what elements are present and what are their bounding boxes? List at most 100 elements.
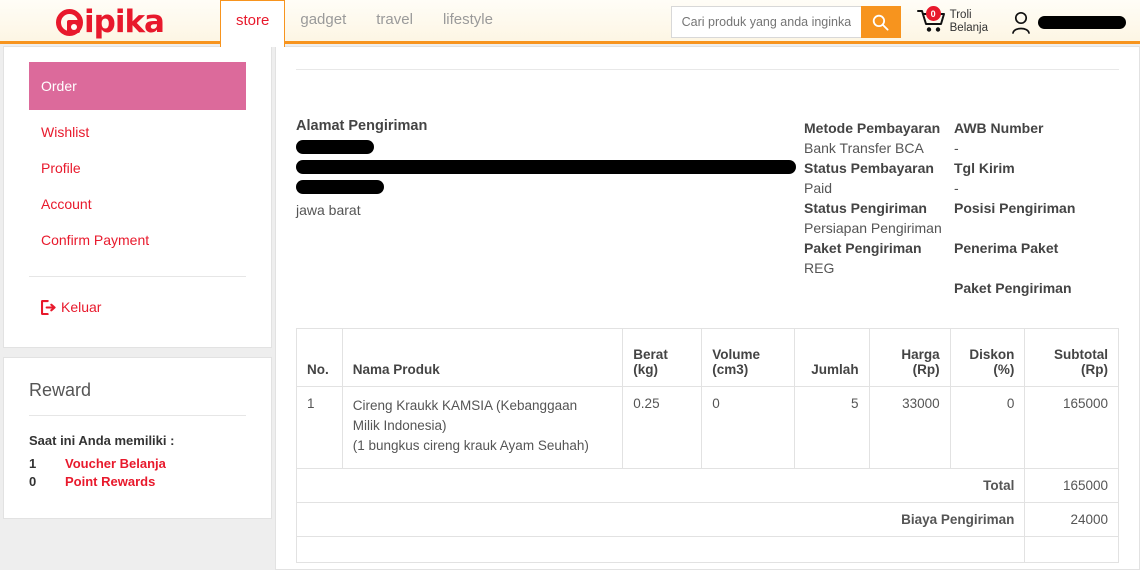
col-header-diskon-l1: Diskon (969, 347, 1015, 362)
reward-voucher-count: 1 (29, 456, 37, 471)
meta-val-tgl-kirim: - (954, 180, 959, 196)
summary-row-partial (295, 536, 1119, 563)
sidebar-menu-panel: Order Wishlist Profile Account Confirm P… (3, 46, 272, 348)
summary-value-partial (1024, 536, 1119, 563)
order-info-row: Alamat Pengiriman jawa barat Metode Pemb… (296, 118, 1119, 298)
nav-tab-gadget-label: gadget (300, 11, 347, 28)
sidebar-item-wishlist-label: Wishlist (41, 124, 90, 140)
search-icon (872, 14, 889, 31)
nav-tab-gadget[interactable]: gadget (285, 0, 361, 38)
meta-val-status-pembayaran: Paid (804, 180, 833, 196)
product-name-line3: (1 bungkus cireng krauk Ayam Seuhah) (352, 438, 589, 453)
reward-points-label[interactable]: Point Rewards (65, 474, 155, 489)
col-header-subtotal-l1: Subtotal (1054, 347, 1108, 362)
col-header-subtotal: Subtotal (Rp) (1024, 328, 1119, 387)
address-city-redacted (296, 180, 384, 194)
col-header-berat-l2: (kg) (633, 362, 659, 377)
username-redacted (1038, 15, 1126, 29)
logout-icon (41, 299, 56, 315)
cart-icon-wrap: 0 (916, 6, 949, 36)
meta-val-metode-pembayaran: Bank Transfer BCA (804, 140, 924, 156)
nav-tab-travel[interactable]: travel (361, 0, 428, 38)
search-button[interactable] (860, 6, 901, 38)
reward-row-points: 0 Point Rewards (29, 474, 246, 489)
summary-value-total: 165000 (1024, 468, 1119, 503)
header-actions: 0 Troli Belanja (670, 0, 1140, 44)
product-name-line2: Milik Indonesia) (352, 418, 447, 433)
shipping-address-title: Alamat Pengiriman (296, 118, 428, 134)
nav-tab-lifestyle[interactable]: lifestyle (428, 0, 508, 38)
meta-key-paket-pengiriman: Paket Pengiriman (804, 240, 922, 256)
summary-row-shipping: Biaya Pengiriman 24000 (295, 502, 1119, 537)
summary-label-total: Total (295, 468, 1026, 503)
logo-g-icon (56, 8, 83, 36)
summary-label-shipping: Biaya Pengiriman (295, 502, 1026, 537)
table-header-row: No. Nama Produk Berat (kg) Volume (cm3) … (296, 328, 1119, 387)
sidebar-divider (29, 276, 246, 277)
sidebar-item-account-label: Account (41, 196, 92, 212)
col-header-berat-l1: Berat (633, 347, 668, 362)
col-header-harga-l1: Harga (901, 347, 940, 362)
meta-val-status-pengiriman: Persiapan Pengiriman (804, 220, 942, 236)
cell-berat: 0.25 (622, 386, 703, 469)
col-header-harga: Harga (Rp) (868, 328, 951, 387)
cart-button[interactable]: 0 Troli Belanja (916, 6, 988, 36)
sidebar-item-profile-label: Profile (41, 160, 81, 176)
order-meta-left: Metode Pembayaran Bank Transfer BCA Stat… (804, 118, 954, 298)
product-name-line1: Cireng Kraukk KAMSIA (Kebanggaan (352, 398, 578, 413)
reward-voucher-label[interactable]: Voucher Belanja (65, 456, 166, 471)
reward-subtitle: Saat ini Anda memiliki : (29, 433, 175, 448)
site-header: ipika store gadget travel lifestyle Cari… (0, 0, 1140, 47)
col-header-subtotal-l2: (Rp) (1081, 362, 1108, 377)
reward-points-count: 0 (29, 474, 37, 489)
col-header-nama-produk: Nama Produk (341, 328, 624, 387)
cell-no: 1 (296, 386, 343, 469)
logout-button[interactable]: Keluar (29, 299, 246, 315)
sidebar-item-confirm-payment-label: Confirm Payment (41, 232, 150, 248)
page-body: Order Wishlist Profile Account Confirm P… (0, 44, 1140, 570)
cell-jumlah: 5 (793, 386, 870, 469)
order-detail-panel: Alamat Pengiriman jawa barat Metode Pemb… (275, 46, 1140, 570)
col-header-volume-l1: Volume (712, 347, 761, 362)
summary-row-total: Total 165000 (295, 468, 1119, 503)
meta-spacer-2 (954, 258, 1119, 278)
sidebar-item-wishlist[interactable]: Wishlist (29, 114, 246, 150)
meta-key-metode-pembayaran: Metode Pembayaran (804, 120, 941, 136)
sidebar-item-order[interactable]: Order (29, 62, 246, 110)
search-input[interactable] (670, 6, 861, 38)
order-items-table: No. Nama Produk Berat (kg) Volume (cm3) … (295, 328, 1119, 563)
user-avatar-icon (1012, 11, 1030, 34)
col-header-no: No. (296, 328, 343, 387)
address-province: jawa barat (296, 202, 361, 218)
cart-label: Troli Belanja (950, 9, 988, 35)
sidebar-item-order-label: Order (41, 78, 77, 94)
nav-tab-store[interactable]: store (220, 0, 286, 47)
col-header-diskon-l2: (%) (993, 362, 1015, 377)
search-box (670, 6, 901, 38)
sidebar-item-profile[interactable]: Profile (29, 150, 246, 186)
col-header-diskon: Diskon (%) (949, 328, 1026, 387)
user-menu[interactable] (1010, 10, 1126, 34)
cell-nama-produk: Cireng Kraukk KAMSIA (Kebanggaan Milik I… (341, 386, 624, 469)
meta-val-paket-pengiriman: REG (804, 260, 835, 276)
col-header-berat: Berat (kg) (622, 328, 703, 387)
meta-key-status-pembayaran: Status Pembayaran (804, 160, 934, 176)
reward-divider (29, 415, 246, 416)
cart-label-line2: Belanja (949, 22, 988, 34)
reward-row-voucher: 1 Voucher Belanja (29, 456, 246, 471)
meta-spacer-1 (954, 218, 1119, 238)
logout-label: Keluar (61, 299, 102, 315)
order-table-body: 1 Cireng Kraukk KAMSIA (Kebanggaan Milik… (295, 386, 1119, 563)
order-table-head: No. Nama Produk Berat (kg) Volume (cm3) … (296, 328, 1119, 387)
cell-volume: 0 (701, 386, 795, 469)
summary-label-partial (295, 536, 1026, 563)
sidebar-item-confirm-payment[interactable]: Confirm Payment (29, 222, 246, 258)
address-street-redacted (296, 160, 796, 174)
col-header-volume: Volume (cm3) (701, 328, 795, 387)
site-logo[interactable]: ipika (0, 0, 220, 44)
address-name-redacted (296, 140, 374, 154)
sidebar-item-account[interactable]: Account (29, 186, 246, 222)
sidebar: Order Wishlist Profile Account Confirm P… (0, 44, 275, 570)
meta-key-posisi-pengiriman: Posisi Pengiriman (954, 200, 1076, 216)
panel-top-divider (296, 69, 1119, 70)
